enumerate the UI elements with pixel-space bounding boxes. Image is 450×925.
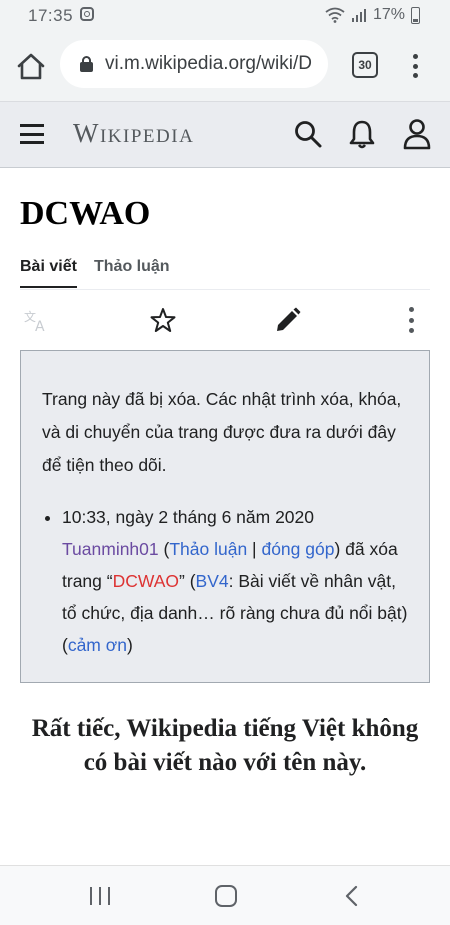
tab-talk[interactable]: Thảo luận <box>94 258 170 276</box>
wikipedia-logo[interactable]: Wikipedia <box>73 118 194 149</box>
page-title: DCWAO <box>20 195 151 232</box>
home-icon[interactable] <box>14 50 48 84</box>
notice-text: Trang này đã bị xóa. Các nhật trình xóa,… <box>42 389 402 475</box>
system-nav-bar <box>0 865 450 925</box>
signal-icon <box>351 9 366 22</box>
tab-article[interactable]: Bài viết <box>20 258 77 288</box>
url-text: vi.m.wikipedia.org/wiki/D <box>105 53 312 74</box>
translate-icon[interactable]: 文 A <box>24 309 50 333</box>
svg-text:A: A <box>35 319 45 333</box>
battery-icon <box>411 6 420 24</box>
log-text: ” ( <box>179 571 196 591</box>
lock-icon <box>80 56 93 72</box>
hamburger-menu-icon[interactable] <box>20 124 44 144</box>
status-bar: 17:35 17% <box>0 0 450 30</box>
browser-toolbar: vi.m.wikipedia.org/wiki/D 30 <box>0 30 450 102</box>
talk-link[interactable]: Thảo luận <box>169 539 247 559</box>
log-entry: 10:33, ngày 2 tháng 6 năm 2020 Tuanminh0… <box>62 501 409 661</box>
recent-apps-icon[interactable] <box>90 887 110 905</box>
instagram-notification-icon <box>80 7 94 21</box>
log-text: ) <box>126 635 133 655</box>
battery-percent: 17% <box>372 6 405 23</box>
page-tabs: Bài viết Thảo luận <box>20 256 430 290</box>
bell-icon[interactable] <box>348 119 376 149</box>
tab-switcher-button[interactable]: 30 <box>352 52 378 78</box>
wiki-header: Wikipedia <box>0 102 450 168</box>
no-article-message: Rất tiếc, Wikipedia tiếng Việt không có … <box>31 715 419 776</box>
wifi-icon <box>325 7 345 23</box>
thanks-link[interactable]: cảm ơn <box>68 635 127 655</box>
address-bar[interactable]: vi.m.wikipedia.org/wiki/D <box>60 40 328 88</box>
deletion-notice: Trang này đã bị xóa. Các nhật trình xóa,… <box>20 350 430 683</box>
status-time: 17:35 <box>28 6 74 25</box>
log-datetime: 10:33, ngày 2 tháng 6 năm 2020 <box>62 507 315 527</box>
more-options-icon[interactable] <box>409 307 415 333</box>
log-text: | <box>247 539 262 559</box>
status-indicators: 17% <box>325 5 420 25</box>
log-text: ( <box>158 539 170 559</box>
pencil-icon[interactable] <box>275 307 301 333</box>
deletion-log: 10:33, ngày 2 tháng 6 năm 2020 Tuanminh0… <box>42 501 409 661</box>
user-icon[interactable] <box>402 118 432 150</box>
user-link[interactable]: Tuanminh01 <box>62 539 159 559</box>
star-icon[interactable] <box>150 307 176 333</box>
contribs-link[interactable]: đóng góp <box>261 539 334 559</box>
page-actions: 文 A <box>20 297 430 343</box>
home-nav-icon[interactable] <box>215 885 237 907</box>
search-icon[interactable] <box>293 119 323 149</box>
back-icon[interactable] <box>343 885 361 907</box>
deleted-page-link[interactable]: DCWAO <box>113 571 179 591</box>
reason-code-link[interactable]: BV4 <box>196 571 229 591</box>
browser-menu-icon[interactable] <box>406 50 424 82</box>
